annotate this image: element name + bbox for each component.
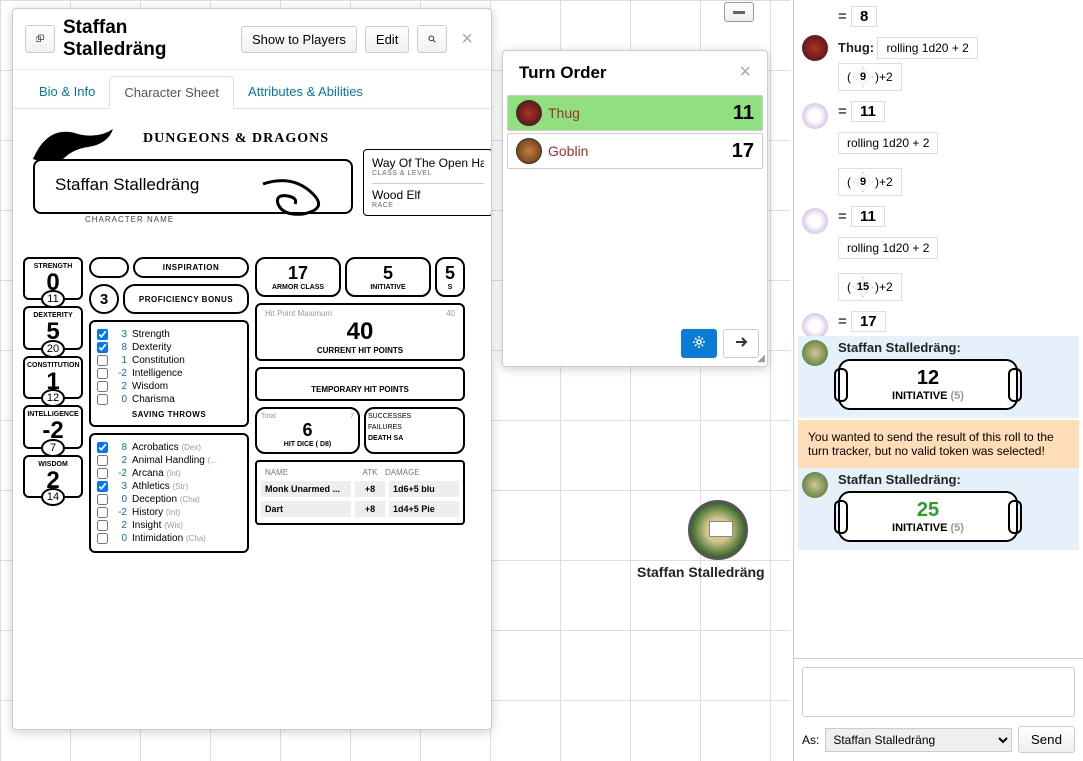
proficiency-bonus[interactable]: 3: [89, 284, 119, 314]
save-row[interactable]: 8Dexterity: [97, 341, 241, 354]
ability-wisdom[interactable]: WISDOM214: [23, 455, 83, 498]
ability-constitution[interactable]: CONSTITUTION112: [23, 356, 83, 399]
dialog-title: Staffan Stalledräng: [63, 17, 233, 61]
skill-row[interactable]: 3Athletics (Str): [97, 480, 241, 493]
ability-strength[interactable]: STRENGTH011: [23, 257, 83, 300]
hit-dice[interactable]: 6: [261, 420, 354, 441]
gear-icon: [692, 335, 706, 349]
skill-row[interactable]: -2Arcana (Int): [97, 467, 241, 480]
skill-row[interactable]: 0Deception (Cha): [97, 493, 241, 506]
save-row[interactable]: 3Strength: [97, 328, 241, 341]
show-players-button[interactable]: Show to Players: [241, 26, 357, 53]
zoom-control[interactable]: [724, 2, 754, 22]
skill-row[interactable]: 2Insight (Wis): [97, 519, 241, 532]
inspiration-label: INSPIRATION: [133, 257, 249, 278]
skill-row[interactable]: 0Intimidation (Cha): [97, 532, 241, 545]
dnd-logo: DUNGEONS & DRAGONS: [143, 131, 329, 147]
swirl-decoration: [253, 174, 343, 224]
warning-message: You wanted to send the result of this ro…: [798, 420, 1079, 468]
popout-icon: [36, 33, 44, 45]
turn-close-icon[interactable]: ×: [733, 61, 757, 84]
save-row[interactable]: 1Constitution: [97, 354, 241, 367]
tabs: Bio & Info Character Sheet Attributes & …: [13, 76, 491, 109]
attack-row[interactable]: Dart+81d4+5 Pie: [261, 499, 459, 519]
character-dialog: Staffan Stalledräng Show to Players Edit…: [12, 8, 492, 730]
ability-intelligence[interactable]: INTELLIGENCE-27: [23, 405, 83, 448]
save-row[interactable]: 2Wisdom: [97, 380, 241, 393]
hp-current[interactable]: 40: [265, 318, 455, 346]
avatar: [802, 472, 828, 498]
prof-bonus-label: PROFICIENCY BONUS: [123, 284, 249, 314]
token-label: Staffan Stalledräng: [637, 564, 765, 580]
ability-dexterity[interactable]: DEXTERITY520: [23, 306, 83, 349]
charname-label: CHARACTER NAME: [85, 215, 174, 224]
speed[interactable]: 5: [441, 263, 459, 284]
save-row[interactable]: 0Charisma: [97, 393, 241, 406]
skill-row[interactable]: -2History (Int): [97, 506, 241, 519]
race-value[interactable]: Wood Elf: [372, 188, 484, 202]
chat-textarea[interactable]: [802, 667, 1075, 717]
search-button[interactable]: [417, 25, 447, 53]
turn-next-button[interactable]: [723, 329, 759, 358]
turn-settings-button[interactable]: [681, 329, 717, 358]
send-button[interactable]: Send: [1018, 726, 1075, 753]
tab-bio[interactable]: Bio & Info: [25, 76, 109, 108]
avatar: [802, 340, 828, 366]
turn-order-dialog: Turn Order × Thug11Goblin17 ◢: [502, 50, 768, 367]
turn-item[interactable]: Goblin17: [507, 133, 763, 169]
search-icon: [428, 33, 436, 45]
popout-button[interactable]: [25, 25, 55, 53]
inspiration-toggle[interactable]: [89, 257, 129, 278]
resize-grip[interactable]: ◢: [757, 353, 765, 364]
skill-row[interactable]: 2Animal Handling (...: [97, 454, 241, 467]
chat-sidebar: = 8Thug: rolling 1d20 + 2( 9 )+2= 11roll…: [793, 0, 1083, 761]
save-row[interactable]: -2Intelligence: [97, 367, 241, 380]
arrow-right-icon: [734, 335, 748, 349]
skill-row[interactable]: 8Acrobatics (Dex): [97, 441, 241, 454]
turn-item[interactable]: Thug11: [507, 95, 763, 131]
edit-button[interactable]: Edit: [365, 26, 409, 53]
close-icon[interactable]: ×: [455, 28, 479, 51]
speak-as-select[interactable]: Staffan Stalledräng: [825, 728, 1012, 752]
initiative[interactable]: 5: [351, 263, 425, 284]
tab-sheet[interactable]: Character Sheet: [109, 76, 234, 109]
avatar: [802, 35, 828, 61]
attack-row[interactable]: Monk Unarmed ...+81d6+5 blu: [261, 479, 459, 499]
map-token[interactable]: Staffan Stalledräng: [672, 500, 765, 580]
hp-max[interactable]: 40: [446, 309, 455, 318]
initiative-card: 12INITIATIVE (5): [838, 359, 1018, 410]
initiative-card: 25INITIATIVE (5): [838, 491, 1018, 542]
turn-order-title: Turn Order: [503, 51, 767, 95]
class-level-value[interactable]: Way Of The Open Ha: [372, 156, 484, 170]
tab-attributes[interactable]: Attributes & Abilities: [234, 76, 377, 108]
armor-class[interactable]: 17: [261, 263, 335, 284]
